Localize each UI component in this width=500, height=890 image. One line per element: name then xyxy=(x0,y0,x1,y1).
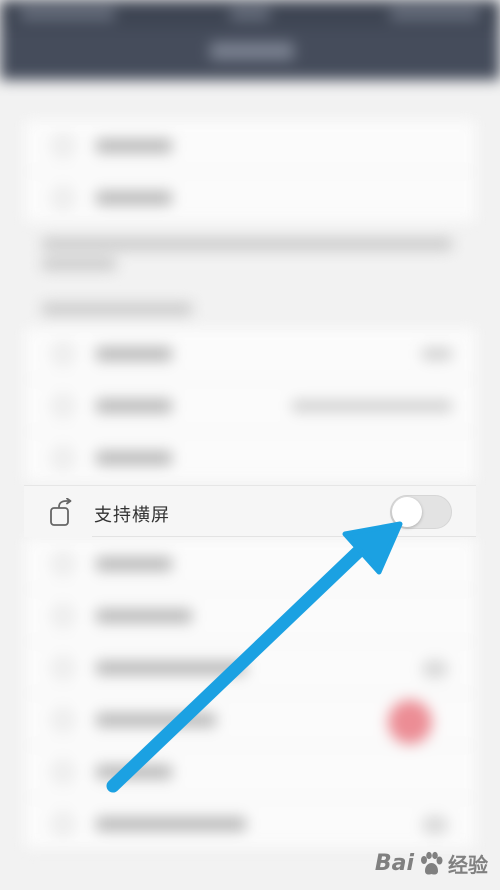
watermark-chinese: 经验 xyxy=(448,853,488,877)
landscape-toggle-switch[interactable] xyxy=(390,495,452,529)
setting-row-landscape[interactable]: 支持横屏 xyxy=(24,485,476,537)
blurred-row xyxy=(24,432,476,484)
toggle-knob xyxy=(392,497,422,527)
blurred-row xyxy=(24,380,476,432)
blurred-row xyxy=(24,798,476,850)
watermark-latin: Bai xyxy=(374,851,414,876)
paw-logo-icon xyxy=(421,851,443,875)
blurred-row xyxy=(24,590,476,642)
blurred-background xyxy=(0,0,500,890)
blurred-red-badge xyxy=(388,700,432,744)
row-divider xyxy=(92,536,476,537)
setting-label-landscape: 支持横屏 xyxy=(94,505,170,526)
blurred-row xyxy=(24,328,476,380)
blurred-row xyxy=(24,172,476,224)
baidu-watermark: Bai 经验 xyxy=(375,849,488,878)
blurred-row xyxy=(24,538,476,590)
blurred-row xyxy=(24,642,476,694)
blurred-row xyxy=(24,746,476,798)
blurred-row xyxy=(24,120,476,172)
navigation-title-blurred xyxy=(210,42,294,60)
screen-rotation-icon xyxy=(50,498,72,526)
